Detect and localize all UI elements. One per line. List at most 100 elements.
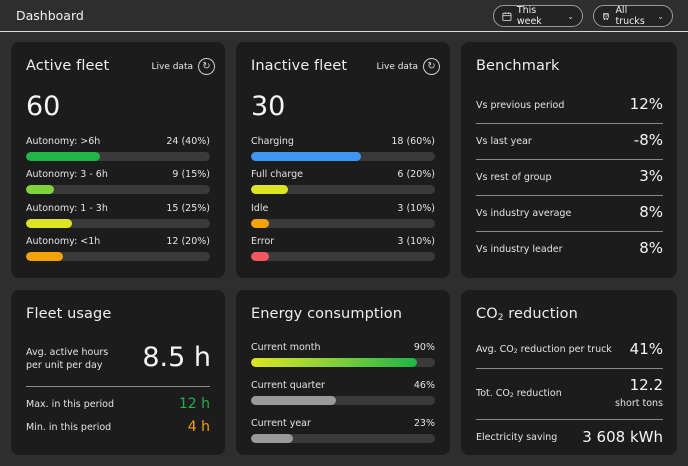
benchmark-card: Benchmark Vs previous period 12% Vs last… [461,42,677,278]
row-label: Current year [251,418,311,429]
row-value: 90% [413,342,435,353]
benchmark-label: Vs previous period [476,100,565,111]
row-value: 24 (40%) [166,136,210,147]
period-dropdown[interactable]: This week ⌄ [493,5,583,27]
chevron-down-icon: ⌄ [657,11,664,21]
row-label: Charging [251,136,294,147]
trucks-dropdown-label: All trucks [615,5,645,27]
row-value: 3 (10%) [397,236,435,247]
progress-track [26,219,210,228]
trucks-dropdown[interactable]: All trucks ⌄ [593,5,673,27]
progress-track [251,219,435,228]
progress-fill [251,358,417,367]
energy-consumption-title: Energy consumption [251,306,403,322]
label-suffix: reduction [513,388,562,399]
label-prefix: Tot. CO [476,388,510,399]
row-value: 6 (20%) [397,169,435,180]
progress-fill [251,219,270,228]
row-label: Current quarter [251,380,325,391]
row-label: Error [251,236,275,247]
benchmark-row: Vs previous period 12% [476,88,663,124]
co2-per-truck-value: 41% [629,340,663,358]
fleet-usage-card: Fleet usage Avg. active hours per unit p… [11,290,225,455]
progress-track [26,152,210,161]
progress-track [251,185,435,194]
energy-consumption-card: Energy consumption Current month 90% Cur… [236,290,450,455]
active-fleet-total: 60 [26,91,61,122]
row-value: 46% [413,380,435,391]
period-dropdown-label: This week [516,5,542,27]
progress-fill [26,219,72,228]
co2-reduction-card: CO2 reduction Avg. CO2 reduction per tru… [461,290,677,455]
benchmark-value: 3% [639,167,663,185]
row-value: 18 (60%) [391,136,435,147]
inactive-fleet-total: 30 [251,91,286,122]
row-label: Autonomy: <1h [26,236,101,247]
row-label: Current month [251,342,321,353]
co2-per-truck-label: Avg. CO2 reduction per truck [476,344,612,355]
row-value: 15 (25%) [166,203,210,214]
progress-fill [251,434,294,443]
progress-track [251,434,435,443]
avg-label-line1: Avg. active hours [26,347,109,358]
benchmark-row: Vs industry leader 8% [476,232,663,268]
avg-active-hours-label: Avg. active hours per unit per day [26,346,108,372]
co2-total-unit: short tons [615,398,663,409]
progress-track [251,396,435,405]
divider [476,368,663,369]
label-prefix: Avg. CO [476,344,514,355]
top-bar: Dashboard This week ⌄ All trucks ⌄ [0,0,688,32]
benchmark-value: -8% [633,131,663,149]
inactive-fleet-title: Inactive fleet [251,58,348,74]
benchmark-label: Vs rest of group [476,172,552,183]
progress-fill [251,252,270,261]
live-data-label: Live data [376,61,418,72]
row-label: Full charge [251,169,303,180]
progress-track [251,252,435,261]
benchmark-title: Benchmark [476,58,560,74]
min-usage-value: 4 h [187,419,210,435]
label-suffix: reduction per truck [517,344,612,355]
benchmark-value: 8% [639,203,663,221]
row-label: Autonomy: 3 - 6h [26,169,108,180]
benchmark-value: 12% [629,95,663,113]
fleet-usage-title: Fleet usage [26,306,112,322]
row-value: 12 (20%) [166,236,210,247]
progress-fill [26,185,54,194]
row-label: Autonomy: >6h [26,136,101,147]
progress-track [251,152,435,161]
truck-icon [603,12,609,20]
title-prefix: CO [476,306,498,322]
min-usage-label: Min. in this period [26,422,112,433]
co2-total-row: Tot. CO2 reduction 12.2 short tons [476,376,663,416]
active-fleet-live-data-button[interactable]: Live data ↻ [151,58,215,75]
row-value: 9 (15%) [172,169,210,180]
progress-fill [251,152,362,161]
divider [476,419,663,420]
divider [26,386,210,387]
page-title: Dashboard [16,8,84,23]
co2-per-truck-row: Avg. CO2 reduction per truck 41% [476,340,663,362]
row-label: Autonomy: 1 - 3h [26,203,108,214]
active-fleet-title: Active fleet [26,58,110,74]
progress-track [251,358,435,367]
chevron-down-icon: ⌄ [567,11,574,21]
calendar-icon [502,11,512,21]
max-usage-value: 12 h [178,396,210,412]
inactive-fleet-card: Inactive fleet Live data ↻ 30 Charging 1… [236,42,450,278]
progress-fill [251,185,288,194]
inactive-fleet-live-data-button[interactable]: Live data ↻ [376,58,440,75]
progress-fill [26,152,100,161]
electricity-saving-value: 3 608 kWh [582,428,663,446]
progress-fill [26,252,63,261]
refresh-icon: ↻ [423,58,440,75]
benchmark-label: Vs last year [476,136,532,147]
row-value: 23% [413,418,435,429]
co2-total-label: Tot. CO2 reduction [476,388,562,399]
title-suffix: reduction [503,306,578,322]
refresh-icon: ↻ [198,58,215,75]
row-label: Idle [251,203,269,214]
progress-fill [251,396,336,405]
row-value: 3 (10%) [397,203,435,214]
active-fleet-card: Active fleet Live data ↻ 60 Autonomy: >6… [11,42,225,278]
